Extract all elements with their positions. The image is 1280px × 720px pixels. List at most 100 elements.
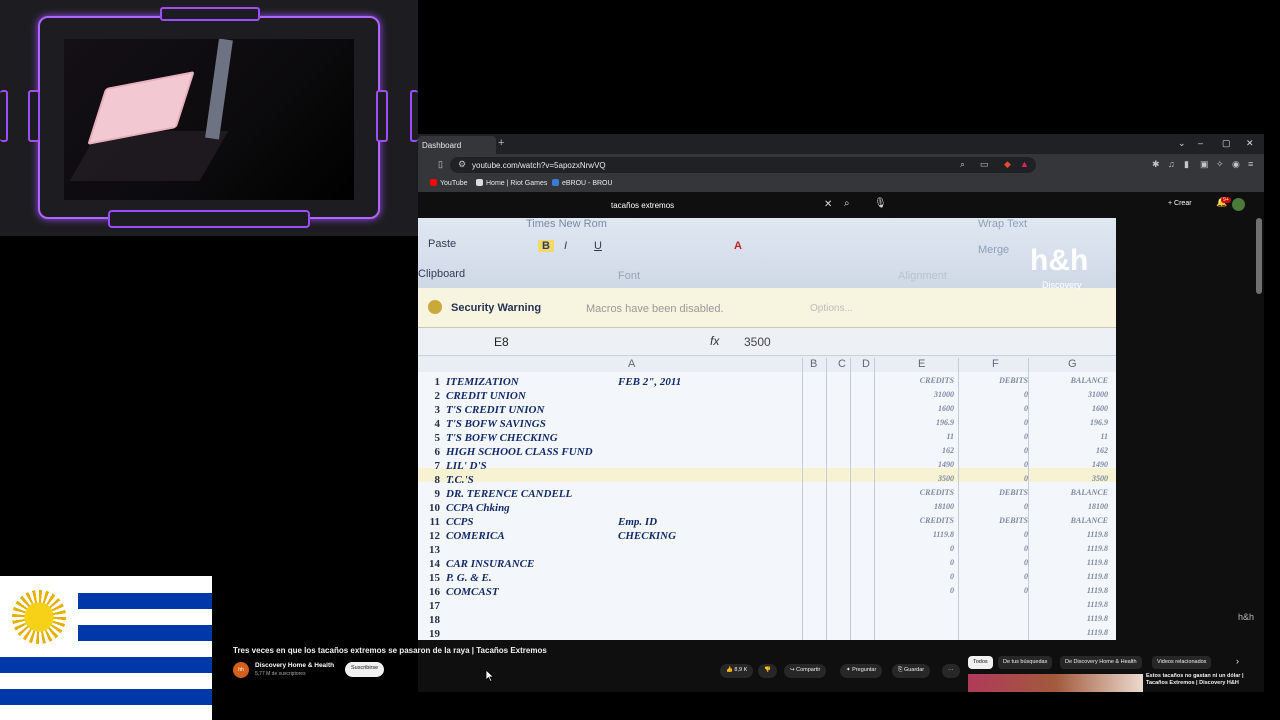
table-row: 7 LIL' D'S 1490 0 1490 bbox=[418, 460, 1116, 474]
bookmark-label: YouTube bbox=[440, 180, 468, 187]
video-player[interactable]: Times New Rom Paste Clipboard Font Align… bbox=[418, 218, 1116, 640]
screen: Dashboard + ⌄ – ▢ ✕ ▯ youtube.com/watch?… bbox=[0, 0, 1280, 720]
video-info: Tres veces en que los tacaños extremos s… bbox=[233, 640, 1264, 692]
channel-name[interactable]: Discovery Home & Health bbox=[255, 662, 334, 669]
chevron-right-icon[interactable]: › bbox=[1236, 656, 1239, 666]
cell-f: 0 bbox=[1024, 474, 1028, 483]
share-label: Compartir bbox=[796, 667, 821, 673]
wallet-icon[interactable]: ▣ bbox=[1200, 159, 1209, 170]
formula-value: 3500 bbox=[744, 335, 771, 349]
frame-left-tab bbox=[28, 90, 40, 142]
cell-g: 18100 bbox=[1088, 502, 1108, 511]
font-group-label: Font bbox=[618, 270, 641, 282]
recommended-thumbnail[interactable] bbox=[968, 674, 1143, 692]
ask-button[interactable]: ✦ Preguntar bbox=[840, 664, 883, 678]
excel-ribbon: Times New Rom Paste Clipboard Font Align… bbox=[418, 218, 1116, 288]
table-row: 9 DR. TERENCE CANDELL CREDITS DEBITS BALANCE bbox=[418, 488, 1116, 502]
row-number: 19 bbox=[429, 628, 440, 640]
sun-of-may-icon bbox=[12, 590, 66, 644]
chip-relacionados[interactable]: Videos relacionados bbox=[1152, 656, 1212, 669]
frame-edge-left bbox=[0, 90, 8, 142]
bookmark-brou[interactable]: eBROU - BROU bbox=[552, 179, 613, 187]
zoom-icon[interactable]: ⌕ bbox=[960, 159, 965, 170]
frame-edge-right bbox=[410, 90, 418, 142]
cell-e: 18100 bbox=[934, 502, 954, 511]
merge-label: Merge bbox=[978, 244, 1010, 256]
bold-icon: B bbox=[538, 240, 554, 252]
row-number: 3 bbox=[434, 404, 441, 416]
cell-e: 31000 bbox=[934, 390, 954, 399]
underline-icon: U bbox=[594, 240, 602, 252]
brave-shield-icon[interactable]: ◆ bbox=[1004, 159, 1011, 170]
bookmark-icon[interactable]: ▯ bbox=[438, 159, 443, 170]
cell-a: CCPS bbox=[446, 516, 474, 528]
dislike-button[interactable]: 👎 bbox=[758, 664, 777, 678]
sidebar-icon[interactable]: ▮ bbox=[1184, 159, 1189, 170]
tab-search-icon[interactable]: ⌄ bbox=[1178, 138, 1186, 149]
shield-icon bbox=[428, 300, 442, 314]
cell-a: LIL' D'S bbox=[446, 460, 487, 472]
clear-search-icon[interactable]: ✕ bbox=[824, 199, 832, 210]
name-box: E8 bbox=[494, 335, 509, 349]
cell-g: 1119.8 bbox=[1086, 572, 1108, 581]
maximize-button[interactable]: ▢ bbox=[1222, 138, 1231, 149]
chip-busquedas[interactable]: De tus búsquedas bbox=[998, 656, 1053, 669]
formula-bar: E8 fx 3500 bbox=[418, 328, 1116, 356]
column-header-f: F bbox=[992, 358, 999, 370]
cast-icon[interactable]: ▭ bbox=[980, 159, 989, 170]
table-row: 2 CREDIT UNION 31000 0 31000 bbox=[418, 390, 1116, 404]
cell-g: 11 bbox=[1100, 432, 1108, 441]
wrap-label: Wrap Text bbox=[978, 218, 1028, 230]
cell-e: 196.9 bbox=[936, 418, 954, 427]
row-number: 8 bbox=[434, 474, 441, 486]
channel-avatar[interactable]: hh bbox=[233, 662, 249, 678]
vpn-icon[interactable]: ◉ bbox=[1232, 159, 1240, 170]
music-icon[interactable]: ♫ bbox=[1168, 159, 1175, 169]
tab-dashboard[interactable]: Dashboard bbox=[418, 136, 496, 154]
avatar[interactable] bbox=[1232, 198, 1245, 211]
more-actions-button[interactable]: ··· bbox=[942, 664, 960, 678]
row-number: 12 bbox=[429, 530, 440, 542]
search-icon[interactable]: ⌕ bbox=[844, 198, 850, 209]
share-button[interactable]: ↪ Compartir bbox=[784, 664, 827, 678]
site-info-icon[interactable]: ⚙ bbox=[458, 159, 466, 170]
save-button[interactable]: ⎘ Guardar bbox=[892, 664, 931, 678]
url-field[interactable]: youtube.com/watch?v=5apozxNrwVQ bbox=[450, 157, 1036, 173]
address-bar-row: ▯ youtube.com/watch?v=5apozxNrwVQ ⚙ ⌕ ▭ … bbox=[418, 154, 1264, 176]
extensions-icon[interactable]: ✱ bbox=[1152, 159, 1160, 170]
notification-count: 9+ bbox=[1221, 197, 1231, 203]
column-header-a: A bbox=[628, 358, 636, 370]
cell-f: 0 bbox=[1024, 418, 1028, 427]
menu-icon[interactable]: ≡ bbox=[1248, 159, 1253, 169]
cell-f: 0 bbox=[1024, 432, 1028, 441]
create-button[interactable]: + Crear bbox=[1162, 197, 1198, 213]
row-number: 2 bbox=[434, 390, 441, 402]
chip-todos[interactable]: Todos bbox=[968, 656, 993, 669]
flag-stripe bbox=[78, 593, 212, 609]
close-window-button[interactable]: ✕ bbox=[1246, 138, 1254, 149]
cell-f: 0 bbox=[1024, 460, 1028, 469]
minimize-button[interactable]: – bbox=[1198, 138, 1203, 148]
rewards-icon[interactable]: ▲ bbox=[1020, 159, 1029, 169]
cell-a: COMCAST bbox=[446, 586, 499, 598]
cell-a: COMERICA bbox=[446, 530, 505, 542]
cell-f: 0 bbox=[1024, 558, 1028, 567]
search-input[interactable]: tacaños extremos bbox=[604, 198, 840, 214]
bookmarks-bar: YouTube Home | Riot Games eBROU - BROU bbox=[418, 176, 1264, 192]
cell-e: 11 bbox=[946, 432, 954, 441]
recommended-title[interactable]: Estos tacaños no gastan ni un dólar | Ta… bbox=[1146, 673, 1256, 687]
row-number: 9 bbox=[434, 488, 441, 500]
chip-discovery[interactable]: De Discovery Home & Health bbox=[1060, 656, 1142, 669]
leo-icon[interactable]: ✧ bbox=[1216, 159, 1224, 170]
bookmark-youtube[interactable]: YouTube bbox=[430, 179, 468, 187]
subscribe-button[interactable]: Suscribirse bbox=[345, 662, 385, 677]
microphone-icon[interactable]: 🎙 bbox=[874, 198, 887, 209]
page-scrollbar[interactable] bbox=[1256, 218, 1262, 294]
security-warning-title: Security Warning bbox=[451, 302, 542, 314]
new-tab-button[interactable]: + bbox=[498, 137, 504, 149]
row-number: 11 bbox=[429, 516, 440, 528]
bookmark-riot[interactable]: Home | Riot Games bbox=[476, 179, 547, 187]
cell-a: DR. TERENCE CANDELL bbox=[446, 488, 573, 500]
like-button[interactable]: 👍 8,9 K bbox=[720, 664, 754, 678]
font-color-icon: A bbox=[734, 240, 742, 252]
